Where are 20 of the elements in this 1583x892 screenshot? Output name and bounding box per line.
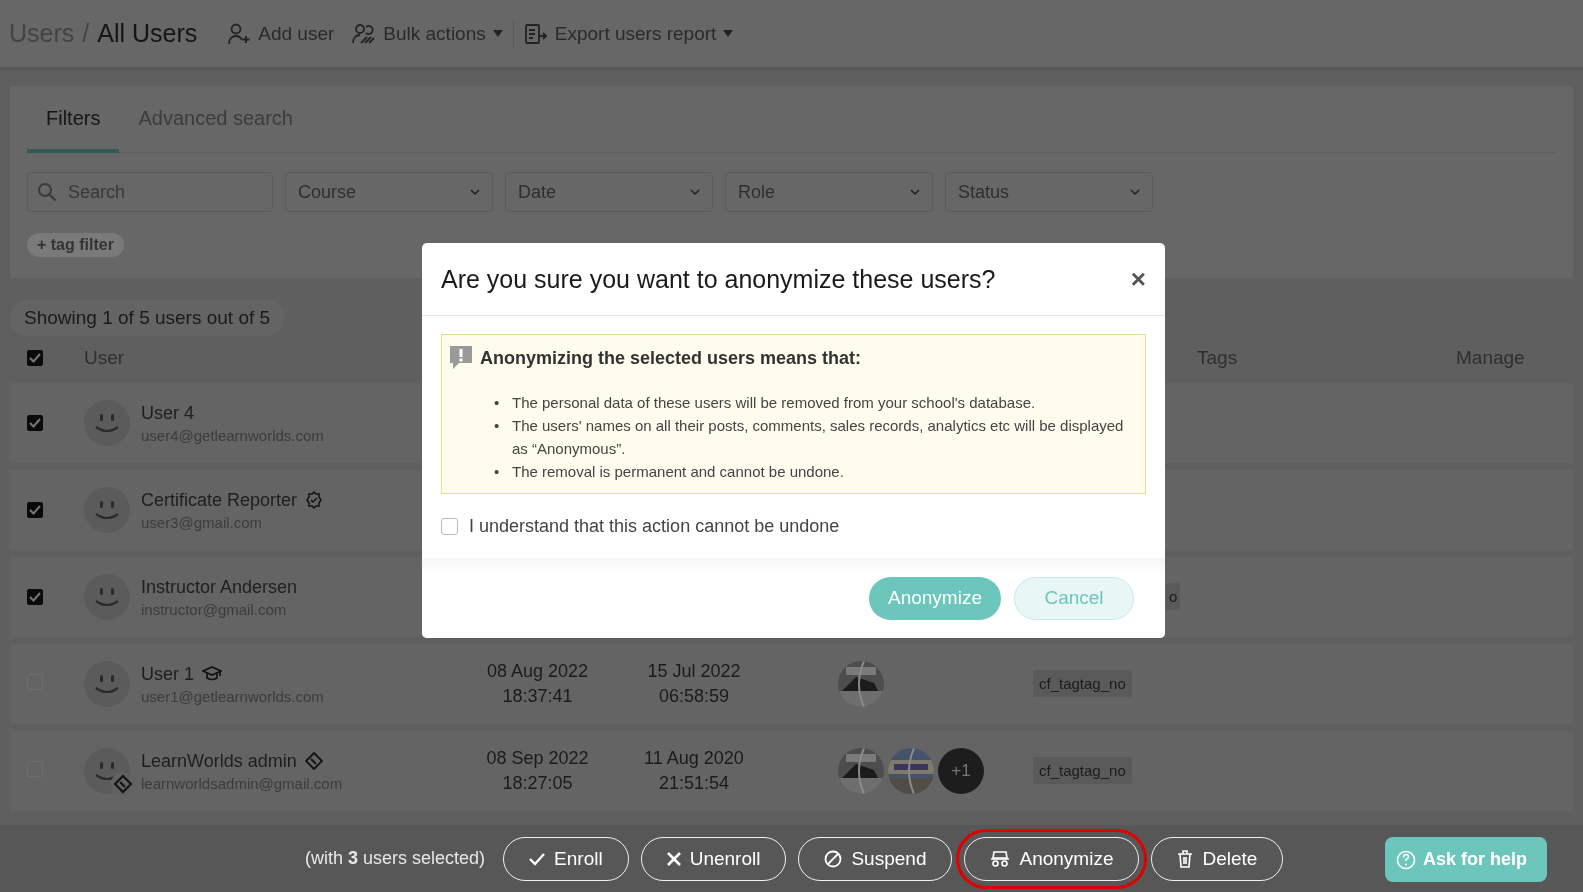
notice-item: The removal is permanent and cannot be undone.: [512, 462, 844, 482]
dialog-title: Are you sure you want to anonymize these users?: [441, 264, 996, 294]
breadcrumb-item: All Users: [97, 19, 198, 48]
selection-count: (with 3 users selected): [305, 848, 486, 869]
date-cell: 15 Jul 2022 06:58:59: [647, 661, 741, 706]
tag-chip: cf_tagtag_no: [1033, 757, 1132, 784]
bullet: •: [494, 393, 501, 413]
results-summary: Showing 1 of 5 users out of 5: [10, 300, 285, 336]
checkbox-label: I understand that this action cannot be undone: [469, 516, 840, 537]
notice-item: The users' names on all their posts, comments, sales records, analytics etc will be displayed as “Anonymous”.: [512, 416, 1125, 459]
date-cell: 11 Aug 2020 21:51:54: [644, 748, 744, 793]
date-cell: 08 Aug 2022 18:37:41: [486, 661, 589, 706]
date-cell: 08 Sep 2022 18:27:05: [486, 748, 589, 793]
tag-chip: cf_tagtag_no: [1033, 670, 1132, 697]
bullet: •: [494, 416, 501, 436]
notice-item: The personal data of these users will be removed from your school's database.: [512, 393, 1036, 413]
tag-chip: o: [1166, 583, 1181, 610]
bullet: •: [494, 462, 501, 482]
breadcrumb-separator: /: [82, 19, 90, 48]
notice-title: Anonymizing the selected users means that:: [480, 347, 862, 369]
